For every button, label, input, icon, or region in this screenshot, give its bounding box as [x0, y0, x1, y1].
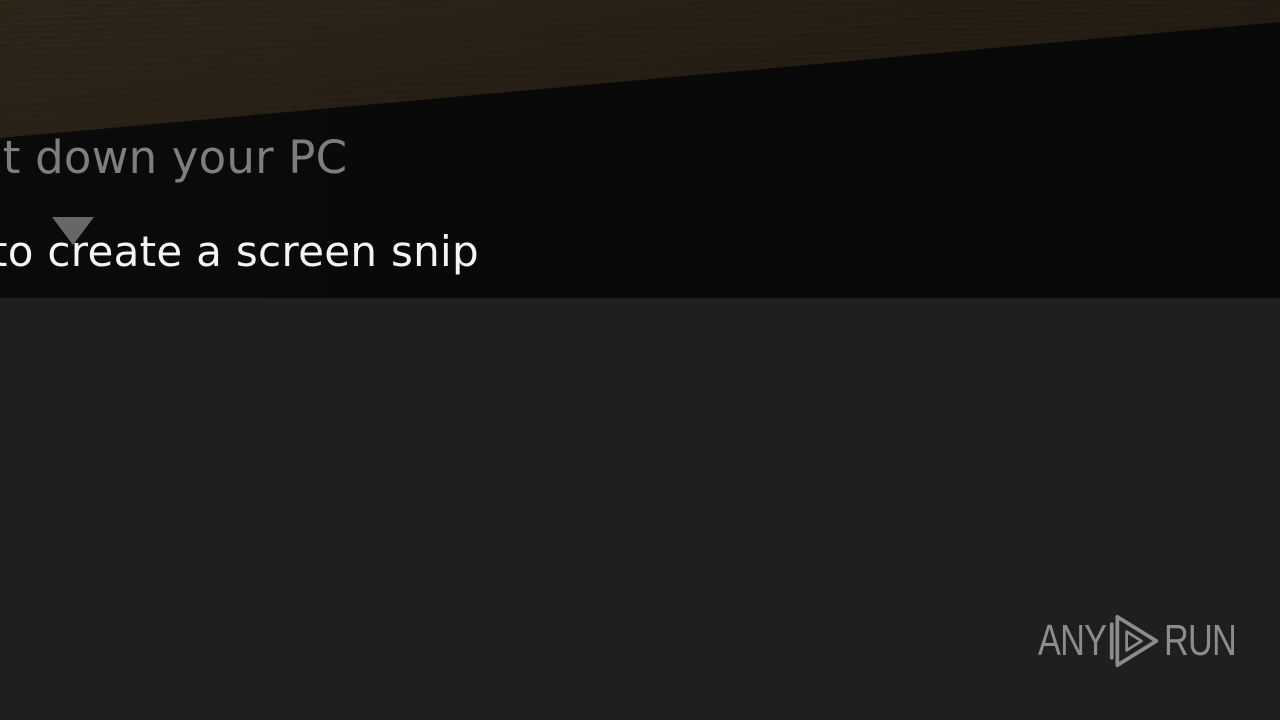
play-icon	[1109, 614, 1159, 668]
anyrun-watermark-logo: ANY RUN	[1038, 608, 1237, 674]
shutdown-hint-text: ut down your PC	[0, 131, 348, 184]
lockscreen-backdrop: ut down your PC to create a screen snip	[0, 0, 1280, 298]
screen: ut down your PC to create a screen snip …	[0, 0, 1280, 720]
pointer-triangle-icon	[52, 217, 94, 245]
watermark-right-text: RUN	[1164, 616, 1237, 665]
watermark-left-text: ANY	[1038, 616, 1107, 665]
